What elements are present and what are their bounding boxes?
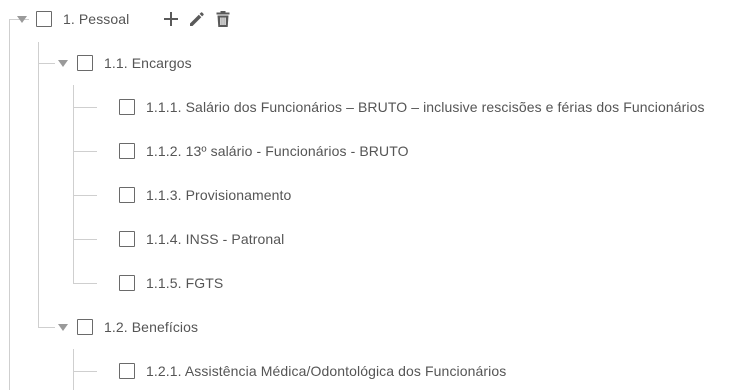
tree-connector (73, 85, 74, 284)
node-label: 1.1.4. INSS - Patronal (146, 231, 285, 247)
tree-connector (38, 327, 55, 328)
tree-node-leaf[interactable]: 1.2.1. Assistência Médica/Odontológica d… (119, 359, 506, 383)
checkbox[interactable] (119, 275, 135, 291)
tree-connector (9, 19, 10, 390)
node-label: 1. Pessoal (63, 11, 130, 27)
tree-connector (73, 195, 97, 196)
checkbox[interactable] (119, 143, 135, 159)
tree-node-leaf[interactable]: 1.1.2. 13º salário - Funcionários - BRUT… (119, 139, 409, 163)
tree-node-leaf[interactable]: 1.1.3. Provisionamento (119, 183, 291, 207)
node-label: 1.1.2. 13º salário - Funcionários - BRUT… (146, 143, 409, 159)
checkbox[interactable] (119, 363, 135, 379)
tree-node-leaf[interactable]: 1.1.5. FGTS (119, 271, 223, 295)
tree-connector (38, 63, 55, 64)
collapse-toggle-icon[interactable] (57, 58, 68, 69)
tree-node-leaf[interactable]: 1.1.4. INSS - Patronal (119, 227, 284, 251)
tree-node-pessoal[interactable]: 1. Pessoal (16, 7, 233, 31)
checkbox[interactable] (77, 55, 93, 71)
plus-icon[interactable] (161, 9, 181, 29)
tree-connector (38, 63, 39, 327)
pencil-icon[interactable] (187, 9, 207, 29)
checkbox[interactable] (77, 319, 93, 335)
checkbox[interactable] (119, 99, 135, 115)
collapse-toggle-icon[interactable] (16, 14, 27, 25)
tree-connector (73, 349, 74, 390)
tree-node-encargos[interactable]: 1.1. Encargos (57, 51, 192, 75)
node-label: 1.2. Benefícios (104, 319, 199, 335)
checkbox[interactable] (119, 231, 135, 247)
trash-icon[interactable] (213, 9, 233, 29)
tree-node-leaf[interactable]: 1.1.1. Salário dos Funcionários – BRUTO … (119, 95, 705, 119)
checkbox[interactable] (119, 187, 135, 203)
tree-connector (73, 239, 97, 240)
node-label: 1.2.1. Assistência Médica/Odontológica d… (146, 363, 507, 379)
tree-connector (38, 42, 39, 63)
node-label: 1.1.5. FGTS (146, 275, 224, 291)
collapse-toggle-icon[interactable] (57, 322, 68, 333)
node-label: 1.1. Encargos (104, 55, 192, 71)
checkbox[interactable] (36, 11, 52, 27)
tree-connector (73, 371, 97, 372)
tree-connector (73, 283, 97, 284)
tree-node-beneficios[interactable]: 1.2. Benefícios (57, 315, 198, 339)
tree-connector (73, 151, 97, 152)
node-label: 1.1.1. Salário dos Funcionários – BRUTO … (146, 99, 705, 115)
node-label: 1.1.3. Provisionamento (146, 187, 292, 203)
node-actions (161, 9, 233, 29)
category-tree: 1. Pessoal 1.1. Encargos 1.1.1. Salário … (0, 0, 742, 390)
tree-connector (73, 107, 97, 108)
